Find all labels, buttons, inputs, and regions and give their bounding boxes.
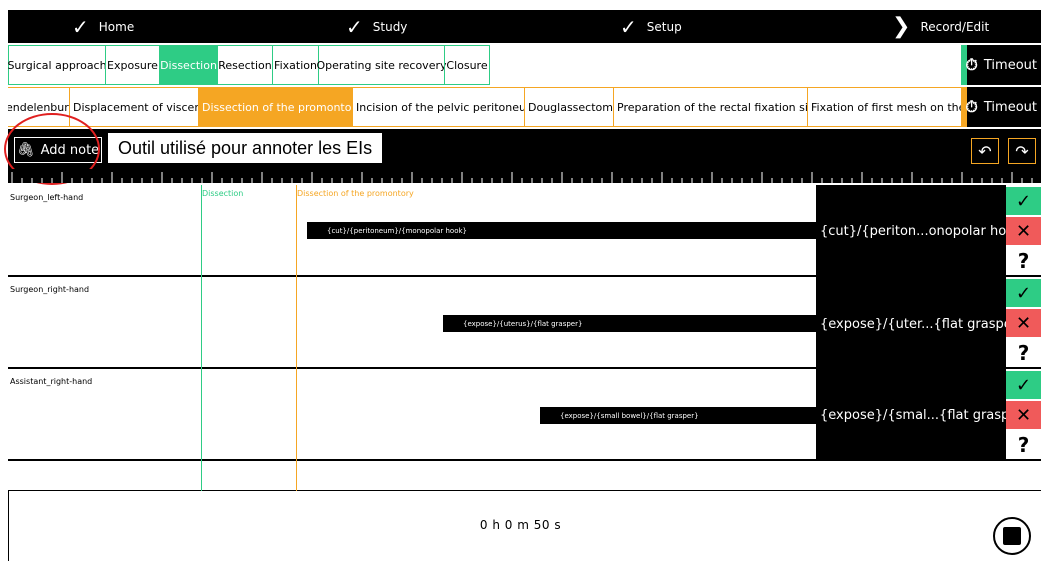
phase-timeout-label: Timeout [983, 57, 1037, 73]
annotation-caption: Outil utilisé pour annoter les EIs [108, 133, 383, 163]
nav-study[interactable]: ✓ Study [346, 10, 407, 43]
nav-setup[interactable]: ✓ Setup [620, 10, 682, 43]
undo-icon: ↶ [978, 141, 992, 161]
close-icon: ✕ [1015, 220, 1032, 242]
stop-icon [1003, 527, 1021, 545]
chevron-right-icon: ❯ [892, 14, 911, 39]
nav-record-edit[interactable]: ❯ Record/Edit [892, 10, 989, 43]
phase-tab-resection[interactable]: Resection [217, 45, 272, 85]
event-summary: {expose}/{smal...{flat grasper} [820, 407, 1031, 423]
event-bar[interactable]: {expose}/{small bowel}/{flat grasper} [540, 407, 816, 424]
check-icon: ✓ [72, 14, 89, 39]
nav-record-edit-label: Record/Edit [920, 19, 990, 34]
event-bar[interactable]: {cut}/{peritoneum}/{monopolar hook} [307, 222, 816, 239]
undo-button[interactable]: ↶ [971, 138, 999, 164]
step-line [296, 185, 297, 491]
phase-tabs: Surgical approach Exposure Dissection Re… [7, 45, 1041, 85]
question-icon: ? [1017, 433, 1030, 457]
paperclip-icon: 🖇 [16, 142, 35, 158]
stopwatch-icon: ⏱ [965, 97, 978, 116]
reject-button[interactable]: ✕ [1006, 309, 1041, 337]
add-note-label: Add note [40, 142, 100, 158]
phase-line [201, 185, 202, 491]
step-marker-label: Dissection of the promontory [297, 189, 414, 198]
phase-tab-exposure[interactable]: Exposure [105, 45, 159, 85]
nav-study-label: Study [372, 19, 408, 34]
reject-button[interactable]: ✕ [1006, 401, 1041, 429]
check-icon: ✓ [620, 14, 637, 39]
step-tab-incision-pelvic-peritoneum[interactable]: Incision of the pelvic peritoneum [352, 87, 524, 127]
step-timeout-label: Timeout [983, 99, 1037, 115]
event-bar[interactable]: {expose}/{uterus}/{flat grasper} [443, 315, 816, 332]
note-bar: 🖇 Add note Outil utilisé pour annoter le… [8, 129, 1041, 169]
question-icon: ? [1017, 341, 1030, 365]
check-icon: ✓ [1015, 190, 1032, 212]
track-label: Surgeon_right-hand [10, 285, 90, 294]
step-tab-fixation-first-mesh[interactable]: Fixation of first mesh on the l [807, 87, 961, 127]
unsure-button[interactable]: ? [1006, 247, 1041, 275]
phase-timeout-button[interactable]: ⏱ Timeout [961, 45, 1041, 85]
redo-icon: ↷ [1015, 141, 1029, 161]
redo-button[interactable]: ↷ [1008, 138, 1036, 164]
unsure-button[interactable]: ? [1006, 431, 1041, 459]
close-icon: ✕ [1015, 312, 1032, 334]
nav-home[interactable]: ✓ Home [72, 10, 134, 43]
stop-button[interactable] [993, 517, 1031, 555]
elapsed-timer: 0 h 0 m 50 s [479, 518, 562, 532]
step-tab-dissection-of-promontory[interactable]: Dissection of the promontory [198, 87, 352, 127]
question-icon: ? [1017, 249, 1030, 273]
add-note-button[interactable]: 🖇 Add note [14, 137, 102, 163]
phase-tab-surgical-approach[interactable]: Surgical approach [7, 45, 107, 85]
track-label: Surgeon_left-hand [10, 193, 84, 202]
top-nav: ✓ Home ✓ Study ✓ Setup ❯ Record/Edit [8, 10, 1041, 43]
phase-tab-closure[interactable]: Closure [444, 45, 490, 85]
check-icon: ✓ [1015, 282, 1032, 304]
event-summary: {cut}/{periton...onopolar hook} [820, 223, 1030, 239]
step-tab-rectal-fixation-site[interactable]: Preparation of the rectal fixation site [613, 87, 807, 127]
step-tab-douglassectomy[interactable]: Douglassectomy [524, 87, 613, 127]
step-tab-trendelenburg[interactable]: endelenburg [8, 87, 69, 127]
event-summary: {expose}/{uter...{flat grasper} [820, 316, 1026, 332]
app-page: ✓ Home ✓ Study ✓ Setup ❯ Record/Edit Sur… [0, 0, 1041, 561]
empty-track [8, 461, 1041, 491]
accept-button[interactable]: ✓ [1006, 187, 1041, 215]
reject-button[interactable]: ✕ [1006, 217, 1041, 245]
step-timeout-button[interactable]: ⏱ Timeout [961, 87, 1041, 127]
phase-tab-fixation[interactable]: Fixation [272, 45, 318, 85]
time-ruler[interactable] [8, 169, 1041, 183]
close-icon: ✕ [1015, 404, 1032, 426]
track-label: Assistant_right-hand [10, 377, 93, 386]
phase-marker-label: Dissection [202, 189, 244, 198]
stopwatch-icon: ⏱ [965, 55, 978, 74]
step-tabs: endelenburg Displacement of viscera Diss… [8, 87, 1041, 127]
nav-home-label: Home [98, 19, 135, 34]
nav-setup-label: Setup [646, 19, 682, 34]
ruler-ticks [11, 172, 1033, 183]
accept-button[interactable]: ✓ [1006, 371, 1041, 399]
check-icon: ✓ [346, 14, 363, 39]
accept-button[interactable]: ✓ [1006, 279, 1041, 307]
phase-tab-dissection[interactable]: Dissection [159, 45, 217, 85]
step-tab-displacement-of-viscera[interactable]: Displacement of viscera [69, 87, 198, 127]
phase-tab-operating-site-recovery[interactable]: Operating site recovery [317, 45, 447, 85]
check-icon: ✓ [1015, 374, 1032, 396]
unsure-button[interactable]: ? [1006, 339, 1041, 367]
